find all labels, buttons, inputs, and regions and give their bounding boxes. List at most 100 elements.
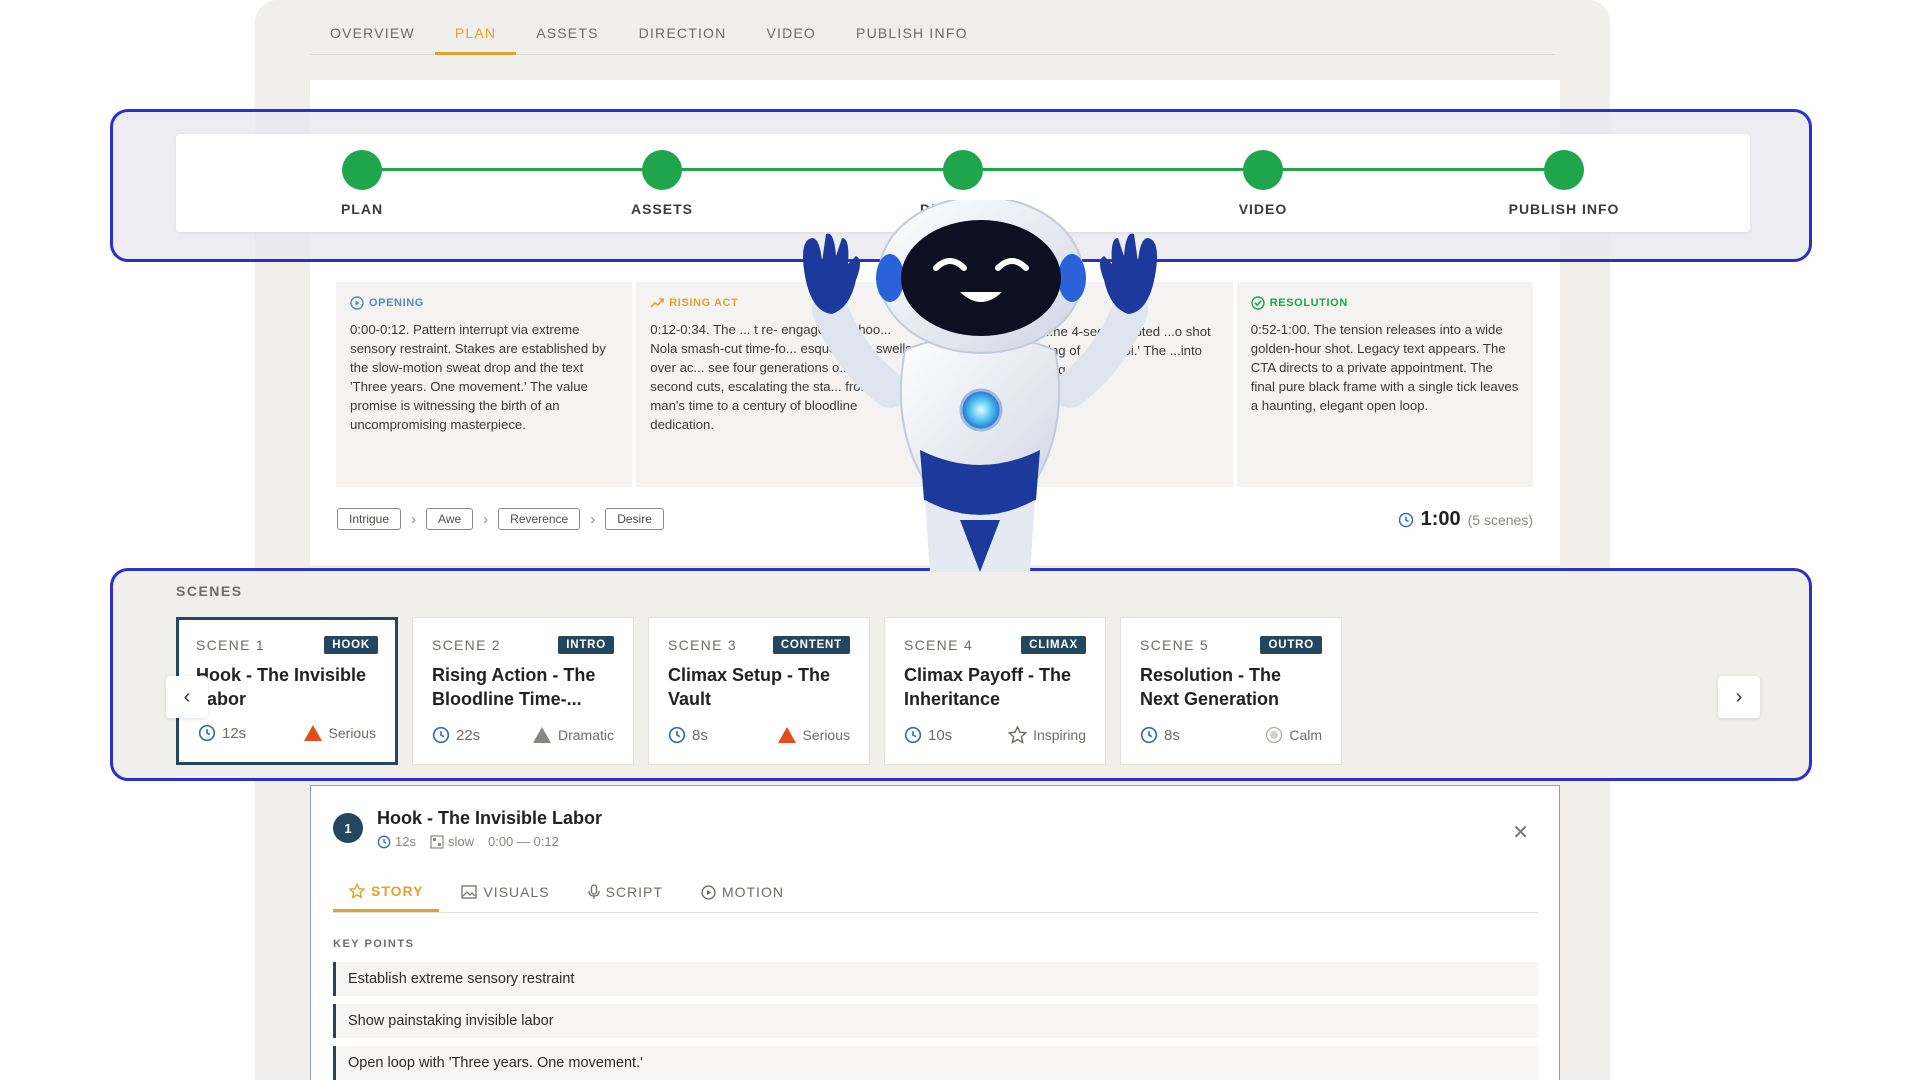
scene-duration: 22s	[456, 726, 481, 744]
arc-label: OPENING	[369, 297, 424, 309]
emotion-chip: Intrigue	[337, 508, 402, 530]
arc-label: RESOLUTION	[1269, 297, 1348, 309]
step-dot	[943, 150, 983, 190]
duration-value: 1:00	[1420, 508, 1461, 530]
triangle-icon	[303, 725, 322, 741]
tab-video[interactable]: VIDEO	[746, 18, 836, 55]
step-plan[interactable]: PLAN	[262, 150, 462, 217]
tab-assets[interactable]: ASSETS	[516, 18, 618, 55]
scene-tone: Serious	[802, 727, 850, 743]
arc-text: 0:52-1:00. The tension releases into a w…	[1250, 322, 1519, 413]
scene-badge: INTRO	[558, 636, 614, 654]
microphone-icon	[587, 884, 600, 899]
clock-icon	[1140, 726, 1158, 744]
emotion-chip: Awe	[426, 508, 474, 530]
chevron-left-icon: ‹	[183, 685, 191, 708]
scene-duration: 10s	[928, 726, 953, 744]
tab-script[interactable]: SCRIPT	[572, 872, 679, 912]
scene-name: Climax Setup - The Vault	[668, 665, 831, 709]
scene-detail-panel: 1 Hook - The Invisible Labor 12s slow 0:…	[310, 785, 1560, 1080]
key-point: Establish extreme sensory restraint	[333, 962, 1538, 996]
scene-badge: CLIMAX	[1021, 636, 1086, 654]
tab-label: MOTION	[721, 884, 784, 900]
tab-label: STORY	[371, 882, 424, 899]
detail-time-range: 0:00 — 0:12	[487, 834, 559, 849]
scene-card[interactable]: SCENE 3 CONTENT Climax Setup - The Vault …	[648, 617, 870, 765]
scenes-title: SCENES	[176, 583, 243, 599]
play-circle-icon	[701, 884, 716, 900]
scene-name: Climax Payoff - The Inheritance	[904, 665, 1072, 709]
scene-detail-number: 1	[333, 813, 363, 843]
clock-icon	[432, 726, 450, 744]
scene-duration: 8s	[1164, 726, 1180, 744]
trending-up-icon	[650, 298, 665, 308]
tab-direction[interactable]: DIRECTION	[619, 18, 747, 55]
scene-tone: Calm	[1289, 727, 1322, 743]
tab-plan[interactable]: PLAN	[434, 18, 517, 55]
scene-count: (5 scenes)	[1467, 511, 1533, 528]
check-circle-icon	[1251, 296, 1265, 310]
scene-tone: Inspiring	[1033, 727, 1086, 743]
scene-duration: 8s	[692, 726, 708, 744]
scene-badge: CONTENT	[772, 636, 850, 654]
calm-icon	[1266, 726, 1283, 744]
tab-motion[interactable]: MOTION	[685, 872, 800, 912]
chevron-right-icon: ›	[411, 510, 417, 528]
step-label: PLAN	[340, 201, 384, 217]
scene-number: SCENE 3	[668, 637, 738, 653]
arc-text: 0:00-0:12. Pattern interrupt via extreme…	[350, 322, 606, 432]
tab-story[interactable]: STORY	[333, 872, 440, 912]
chevron-right-icon: ›	[1735, 685, 1743, 708]
detail-tabs: STORY VISUALS SCRIPT MOTION	[333, 872, 1533, 912]
clock-icon	[1398, 512, 1413, 527]
total-duration: 1:00 (5 scenes)	[1398, 508, 1533, 531]
chevron-right-icon: ›	[590, 510, 596, 528]
detail-pace: slow	[447, 834, 474, 849]
image-icon	[461, 885, 478, 899]
step-assets[interactable]: ASSETS	[562, 150, 762, 217]
tab-label: VISUALS	[483, 884, 550, 900]
pace-icon	[430, 834, 444, 849]
scene-card[interactable]: SCENE 2 INTRO Rising Action - The Bloodli…	[412, 617, 634, 765]
step-publish-info[interactable]: PUBLISH INFO	[1464, 150, 1664, 217]
step-label: PUBLISH INFO	[1508, 201, 1620, 217]
scene-name: Resolution - The Next Generation	[1140, 665, 1281, 709]
scene-card[interactable]: SCENE 5 OUTRO Resolution - The Next Gener…	[1120, 617, 1342, 765]
triangle-icon	[532, 727, 551, 743]
emotion-journey: Intrigue › Awe › Reverence › Desire	[337, 508, 664, 530]
scene-badge: OUTRO	[1260, 636, 1322, 654]
scene-badge: HOOK	[324, 636, 378, 654]
step-dot	[1544, 150, 1584, 190]
clock-icon	[668, 726, 686, 744]
key-point: Show painstaking invisible labor	[333, 1004, 1538, 1038]
scene-duration: 12s	[222, 724, 247, 742]
arc-resolution: RESOLUTION 0:52-1:00. The tension releas…	[1236, 282, 1533, 487]
scene-number: SCENE 1	[196, 637, 266, 653]
arc-label: RISING ACT	[669, 297, 739, 309]
emotion-chip: Desire	[605, 508, 664, 530]
key-points-title: KEY POINTS	[333, 938, 415, 950]
clock-icon	[377, 835, 391, 848]
tab-visuals[interactable]: VISUALS	[445, 872, 565, 912]
scene-detail-title: Hook - The Invisible Labor	[377, 808, 603, 828]
step-dot	[642, 150, 682, 190]
top-tab-bar: OVERVIEW PLAN ASSETS DIRECTION VIDEO PUB…	[310, 18, 1555, 55]
scene-carousel: SCENE 1 HOOK Hook - The Invisible Labor 1…	[176, 617, 1342, 765]
scroll-left-button[interactable]: ‹	[166, 676, 208, 718]
detail-duration: 12s	[395, 834, 416, 849]
scene-number: SCENE 4	[904, 637, 974, 653]
scene-card[interactable]: SCENE 1 HOOK Hook - The Invisible Labor 1…	[176, 617, 398, 765]
scene-name: Hook - The Invisible Labor	[196, 665, 367, 709]
scene-name: Rising Action - The Bloodline Time-...	[432, 665, 596, 709]
tab-publish-info[interactable]: PUBLISH INFO	[836, 18, 988, 55]
scene-tone: Serious	[328, 725, 376, 741]
scroll-right-button[interactable]: ›	[1718, 676, 1760, 718]
scene-card[interactable]: SCENE 4 CLIMAX Climax Payoff - The Inheri…	[884, 617, 1106, 765]
star-icon	[1008, 726, 1028, 744]
robot-mascot-illustration	[803, 200, 1157, 572]
star-icon	[349, 882, 365, 899]
triangle-icon	[777, 727, 796, 743]
tab-overview[interactable]: OVERVIEW	[310, 18, 435, 55]
clock-icon	[904, 726, 922, 744]
close-icon[interactable]: ✕	[1512, 820, 1529, 845]
